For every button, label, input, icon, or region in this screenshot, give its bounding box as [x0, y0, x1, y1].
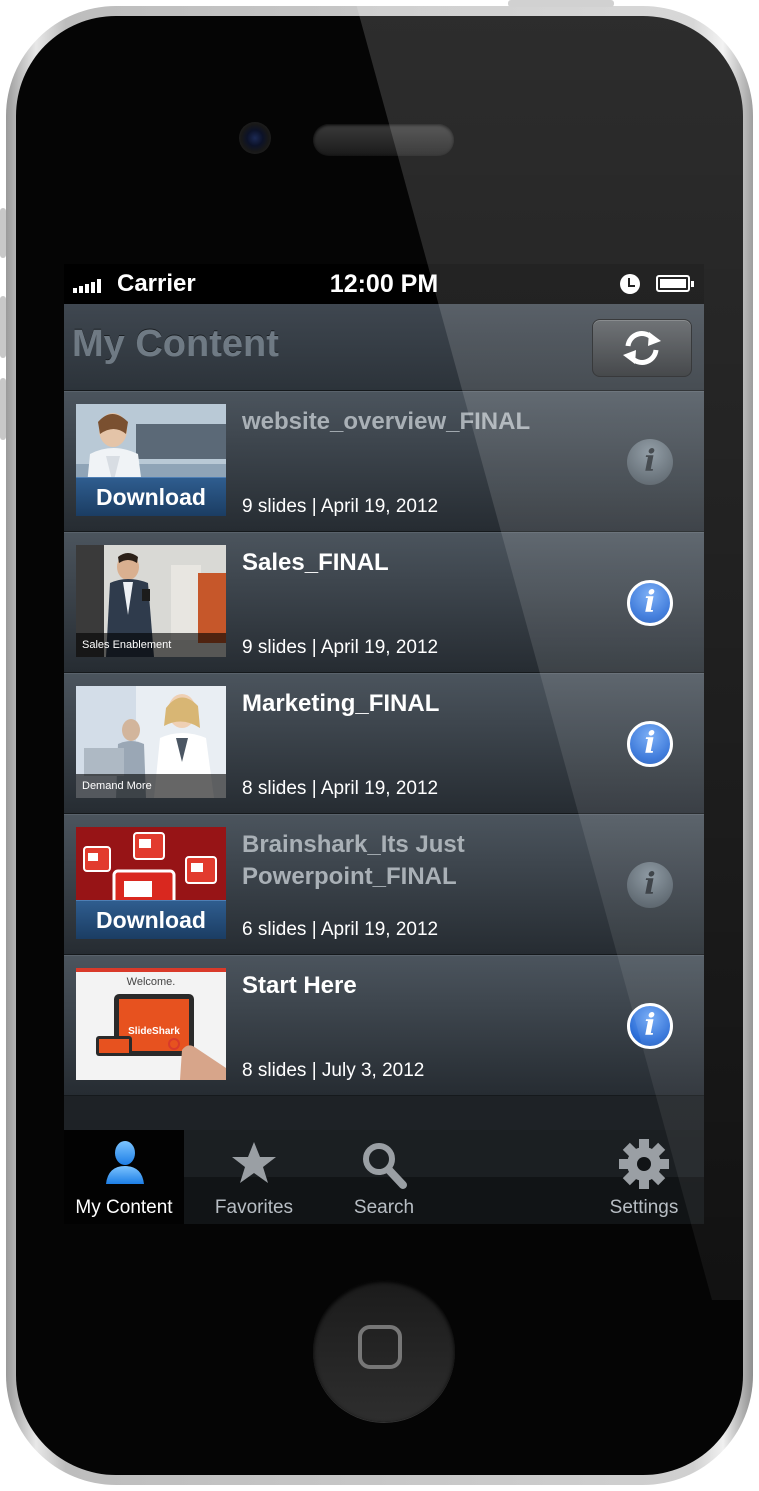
download-button[interactable]: Download: [76, 477, 226, 516]
item-title: Start Here: [242, 972, 357, 999]
front-camera: [239, 122, 271, 154]
item-title: website_overview_FINAL: [242, 408, 531, 435]
info-button[interactable]: i: [627, 862, 673, 908]
list-item[interactable]: Sales Enablement Sales_FINAL 9 slides | …: [64, 532, 704, 673]
info-button[interactable]: i: [627, 721, 673, 767]
content-list: Download website_overview_FINAL 9 slides…: [64, 391, 704, 1096]
person-icon: [106, 1141, 144, 1184]
star-icon: [232, 1142, 276, 1183]
thumbnail-brand-text: SlideShark: [128, 1026, 180, 1037]
volume-down-button: [0, 378, 6, 440]
list-item[interactable]: Welcome. SlideShark Start Here 8 slides …: [64, 955, 704, 1096]
tab-search[interactable]: Search: [324, 1130, 444, 1224]
battery-icon: [656, 275, 694, 292]
alarm-icon: [620, 274, 640, 294]
gear-icon: [619, 1139, 669, 1189]
search-icon: [363, 1143, 407, 1189]
page-title: My Content: [72, 323, 279, 365]
tab-bar: My Content Favorites Search Settings: [64, 1130, 704, 1224]
thumbnail-businesswoman: Download: [76, 404, 226, 516]
item-meta: 9 slides | April 19, 2012: [242, 637, 439, 658]
status-time: 12:00 PM: [329, 270, 439, 298]
tab-settings[interactable]: Settings: [584, 1130, 704, 1224]
earpiece-speaker: [313, 124, 454, 156]
item-meta: 6 slides | April 19, 2012: [242, 919, 439, 940]
item-meta: 8 slides | July 3, 2012: [242, 1060, 425, 1081]
refresh-button[interactable]: [592, 319, 692, 377]
info-button[interactable]: i: [627, 439, 673, 485]
list-item[interactable]: Demand More Marketing_FINAL 8 slides | A…: [64, 673, 704, 814]
power-button: [508, 0, 614, 7]
mute-switch: [0, 208, 6, 258]
refresh-icon: [623, 331, 661, 365]
list-item[interactable]: Download Brainshark_Its Just Powerpoint_…: [64, 814, 704, 955]
app-screen: Carrier 12:00 PM My Content Download web…: [64, 264, 704, 1224]
info-button[interactable]: i: [627, 1003, 673, 1049]
thumbnail-office-women: Demand More: [76, 686, 226, 798]
tab-my-content[interactable]: My Content: [64, 1130, 184, 1224]
tab-label: Search: [353, 1197, 415, 1218]
download-button[interactable]: Download: [76, 900, 226, 939]
tab-label: Favorites: [214, 1197, 294, 1218]
info-button[interactable]: i: [627, 580, 673, 626]
tab-label: My Content: [75, 1197, 173, 1218]
volume-up-button: [0, 296, 6, 358]
status-bar: Carrier 12:00 PM: [64, 264, 704, 304]
thumbnail-welcome-text: Welcome.: [126, 976, 176, 988]
navigation-bar: My Content: [64, 304, 704, 391]
tab-label: Settings: [609, 1197, 679, 1218]
thumbnail-businessman: Sales Enablement: [76, 545, 226, 657]
item-title: Brainshark_Its Just Powerpoint_FINAL: [242, 831, 465, 890]
list-item[interactable]: Download website_overview_FINAL 9 slides…: [64, 391, 704, 532]
thumbnail-powerpoint-icons: Download: [76, 827, 226, 939]
home-square-icon: [358, 1325, 402, 1369]
thumbnail-slideshark-welcome: Welcome. SlideShark: [76, 968, 226, 1080]
item-title: Sales_FINAL: [242, 549, 389, 576]
item-title: Marketing_FINAL: [242, 690, 440, 717]
home-button[interactable]: [313, 1280, 455, 1422]
tab-favorites[interactable]: Favorites: [194, 1130, 314, 1224]
item-meta: 9 slides | April 19, 2012: [242, 496, 439, 517]
thumbnail-caption: Demand More: [76, 774, 226, 798]
thumbnail-caption: Sales Enablement: [76, 633, 226, 657]
item-meta: 8 slides | April 19, 2012: [242, 778, 439, 799]
